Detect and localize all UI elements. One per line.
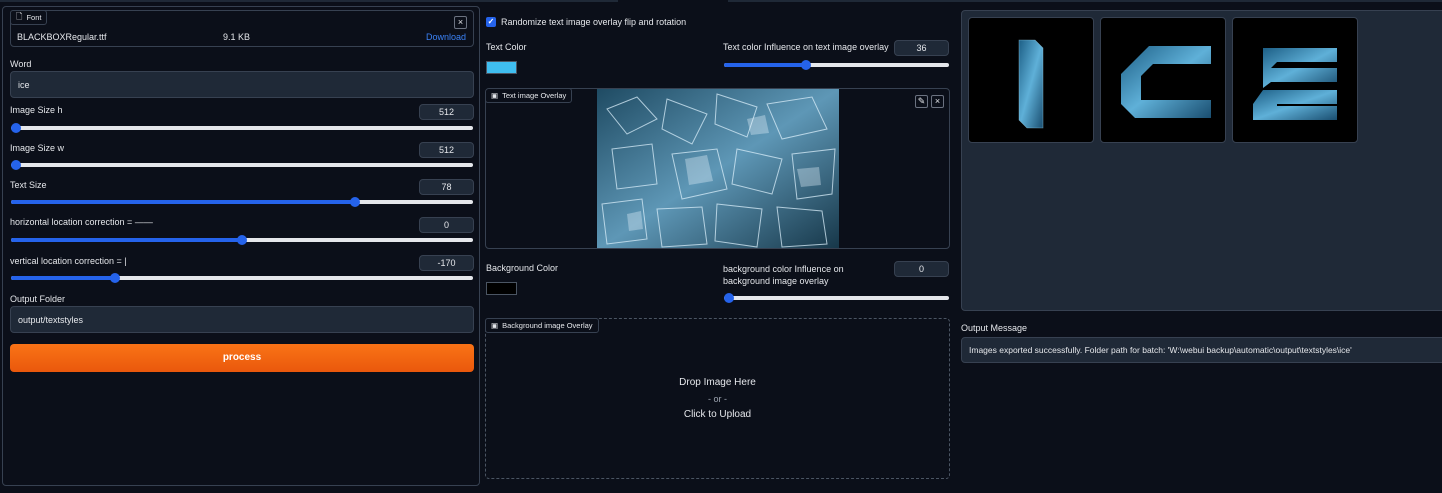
vertical-correction-number[interactable]: -170 bbox=[419, 255, 474, 271]
output-message-label: Output Message bbox=[961, 323, 1028, 333]
text-color-swatch[interactable] bbox=[486, 61, 517, 74]
word-label: Word bbox=[10, 59, 32, 69]
image-size-w-label: Image Size w bbox=[10, 143, 65, 153]
process-button[interactable]: process bbox=[10, 344, 474, 372]
background-influence-slider[interactable] bbox=[724, 293, 949, 303]
text-image-overlay-widget: ▣ Text image Overlay ✎ × bbox=[485, 88, 950, 249]
background-influence-number[interactable]: 0 bbox=[894, 261, 949, 277]
background-image-overlay-tag: ▣ Background image Overlay bbox=[485, 318, 599, 333]
drop-image-text: Drop Image Here bbox=[679, 377, 756, 388]
font-tag-label: Font bbox=[26, 13, 42, 22]
output-folder-label: Output Folder bbox=[10, 294, 66, 304]
image-size-w-slider[interactable] bbox=[11, 160, 473, 170]
text-size-slider[interactable] bbox=[11, 197, 473, 207]
text-size-number[interactable]: 78 bbox=[419, 179, 474, 195]
font-tag: 🗋 Font bbox=[10, 10, 48, 25]
top-border-right bbox=[728, 0, 1442, 2]
randomize-checkbox[interactable]: ✓ bbox=[486, 17, 496, 27]
text-color-influence-number[interactable]: 36 bbox=[894, 40, 949, 56]
font-file-widget: 🗋 Font × BLACKBOXRegular.ttf 9.1 KB Down… bbox=[10, 10, 474, 47]
word-input[interactable]: ice bbox=[10, 71, 474, 98]
horizontal-correction-number[interactable]: 0 bbox=[419, 217, 474, 233]
horizontal-correction-label: horizontal location correction = —— bbox=[10, 217, 153, 227]
output-gallery bbox=[961, 10, 1442, 311]
text-image-overlay-tag-label: Text image Overlay bbox=[502, 91, 567, 100]
output-folder-input[interactable]: output/textstyles bbox=[10, 306, 474, 333]
image-icon: ▣ bbox=[491, 321, 499, 330]
gallery-thumb-c[interactable] bbox=[1100, 17, 1226, 143]
horizontal-correction-slider[interactable] bbox=[11, 235, 473, 245]
image-size-h-label: Image Size h bbox=[10, 105, 63, 115]
top-border bbox=[0, 0, 618, 2]
click-to-upload-text: Click to Upload bbox=[683, 409, 752, 420]
font-download-link[interactable]: Download bbox=[426, 32, 466, 42]
image-icon: ▣ bbox=[491, 91, 499, 100]
close-icon[interactable]: × bbox=[931, 95, 944, 108]
background-image-overlay-tag-label: Background image Overlay bbox=[502, 321, 593, 330]
image-size-h-slider[interactable] bbox=[11, 123, 473, 133]
background-influence-label: background color Influence on background… bbox=[723, 264, 844, 286]
text-color-influence-label: Text color Influence on text image overl… bbox=[723, 42, 889, 52]
vertical-correction-label: vertical location correction = | bbox=[10, 256, 127, 266]
text-image-overlay-tag: ▣ Text image Overlay bbox=[486, 89, 573, 103]
text-size-label: Text Size bbox=[10, 180, 47, 190]
close-icon[interactable]: × bbox=[454, 16, 467, 29]
text-color-influence-slider[interactable] bbox=[724, 60, 949, 70]
text-color-label: Text Color bbox=[486, 42, 527, 52]
font-file-size: 9.1 KB bbox=[223, 32, 251, 42]
edit-icon[interactable]: ✎ bbox=[915, 95, 928, 108]
gallery-thumb-e[interactable] bbox=[1232, 17, 1358, 143]
background-image-upload[interactable]: ▣ Background image Overlay Drop Image He… bbox=[485, 318, 950, 479]
background-color-swatch[interactable] bbox=[486, 282, 517, 295]
font-file-name: BLACKBOXRegular.ttf bbox=[17, 32, 107, 42]
file-icon: 🗋 bbox=[16, 11, 23, 21]
background-color-label: Background Color bbox=[486, 263, 559, 273]
output-message-box: Images exported successfully. Folder pat… bbox=[961, 337, 1442, 363]
image-size-h-number[interactable]: 512 bbox=[419, 104, 474, 120]
or-text: - or - bbox=[708, 394, 727, 404]
image-size-w-number[interactable]: 512 bbox=[419, 142, 474, 158]
ice-image bbox=[597, 89, 839, 248]
randomize-label: Randomize text image overlay flip and ro… bbox=[501, 17, 687, 27]
gallery-thumb-i[interactable] bbox=[968, 17, 1094, 143]
vertical-correction-slider[interactable] bbox=[11, 273, 473, 283]
